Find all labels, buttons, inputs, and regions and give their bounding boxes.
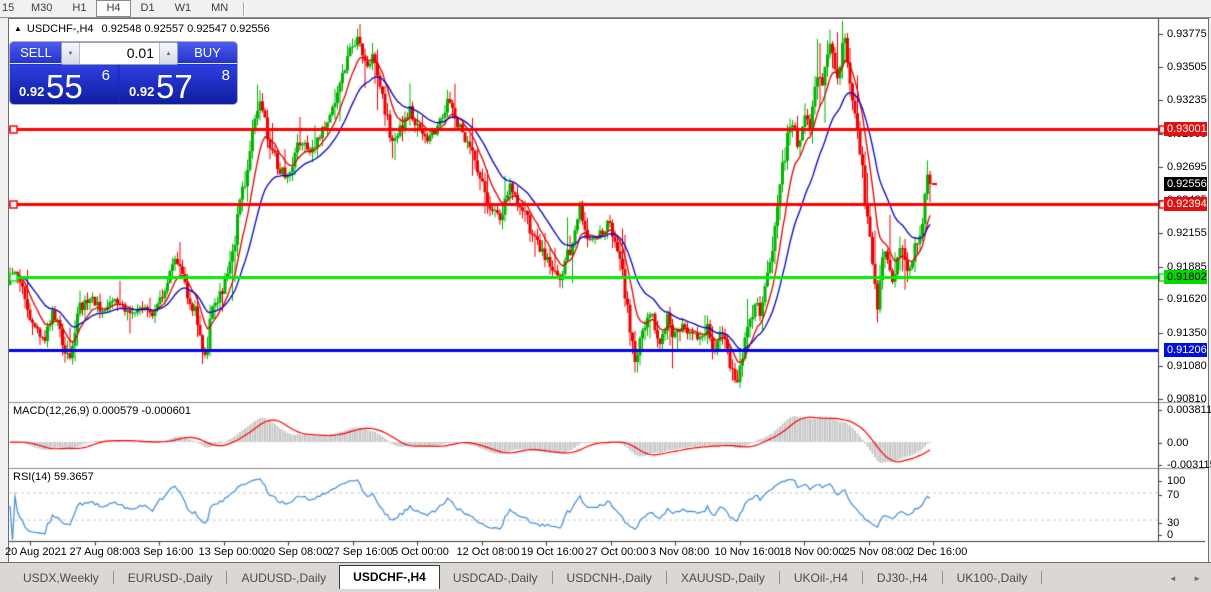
price-axis-label: 0.93775 bbox=[1167, 28, 1207, 40]
collapse-arrow-icon[interactable]: ▲ bbox=[14, 24, 22, 33]
tab-usdcnh-daily[interactable]: USDCNH-,Daily bbox=[554, 568, 665, 588]
timeframe-button-15[interactable]: 15 bbox=[0, 0, 21, 17]
date-axis-label: 19 Oct 16:00 bbox=[521, 546, 584, 558]
rsi-axis-label: 100 bbox=[1167, 475, 1186, 487]
tab-scroll-left-icon[interactable]: ◄ bbox=[1169, 574, 1177, 583]
chart-title: ▲ USDCHF-,H4 0.92548 0.92557 0.92547 0.925… bbox=[14, 23, 270, 35]
date-axis-label: 20 Sep 08:00 bbox=[263, 546, 329, 558]
tab-uk100-daily[interactable]: UK100-,Daily bbox=[944, 568, 1041, 588]
date-axis-label: 2 Dec 16:00 bbox=[908, 546, 968, 558]
tab-dj30-h4[interactable]: DJ30-,H4 bbox=[864, 568, 941, 588]
terminal-screen: 15 M30 H1 H4 D1 W1 MN ▲ USDCHF-,H4 0.92548 0.925… bbox=[0, 0, 1211, 592]
date-axis-label: 27 Oct 00:00 bbox=[585, 546, 649, 558]
symbol-tabbar: USDX,Weekly EURUSD-,Daily AUDUSD-,Daily USD… bbox=[0, 562, 1211, 592]
toolbar-separator bbox=[243, 1, 246, 16]
tab-separator bbox=[665, 571, 667, 584]
volume-increase-button[interactable]: ▲ bbox=[159, 43, 177, 64]
macd-axis-label: -0.003115 bbox=[1167, 459, 1211, 471]
tab-usdchf-h4[interactable]: USDCHF-,H4 bbox=[339, 565, 440, 589]
date-axis-label: 25 Nov 08:00 bbox=[843, 546, 909, 558]
tab-audusd-daily[interactable]: AUDUSD-,Daily bbox=[228, 568, 339, 588]
timeframe-button-h4[interactable]: H4 bbox=[96, 0, 131, 17]
date-axis-label: 13 Sep 00:00 bbox=[198, 546, 264, 558]
tab-separator bbox=[861, 571, 863, 584]
volume-decrease-button[interactable]: ▼ bbox=[62, 43, 80, 64]
buy-button[interactable]: BUY bbox=[178, 42, 237, 64]
tab-scroll-right-icon[interactable]: ► bbox=[1193, 574, 1201, 583]
sell-price-prefix: 0.92 bbox=[19, 84, 45, 99]
macd-axis-label: 0.003811 bbox=[1167, 404, 1211, 416]
price-axis-label: 0.91620 bbox=[1167, 293, 1207, 306]
sell-price-big: 55 bbox=[46, 68, 83, 105]
chart-symbol: USDCHF-,H4 bbox=[26, 23, 94, 35]
timeframe-button-m30[interactable]: M30 bbox=[21, 0, 62, 17]
rsi-axis-label: 30 bbox=[1167, 517, 1180, 529]
tab-ukoil-h4[interactable]: UKOil-,H4 bbox=[781, 568, 861, 588]
price-axis-label: 0.91350 bbox=[1167, 326, 1207, 339]
one-click-trade-panel: SELL ▼ 0.01 ▲ BUY 0.92 55 6 0.92 57 8 bbox=[10, 42, 237, 105]
timeframe-button-w1[interactable]: W1 bbox=[165, 0, 202, 17]
tab-separator bbox=[941, 571, 943, 584]
tab-scroller: ◄ ► bbox=[1155, 574, 1201, 583]
timeframe-button-mn[interactable]: MN bbox=[201, 0, 238, 17]
tab-xauusd-daily[interactable]: XAUUSD-,Daily bbox=[668, 568, 778, 588]
buy-price-big: 57 bbox=[156, 68, 193, 105]
tab-separator bbox=[226, 571, 228, 584]
date-axis-label: 27 Sep 16:00 bbox=[327, 546, 393, 558]
volume-spinner: ▼ 0.01 ▲ bbox=[61, 42, 178, 65]
date-axis-label: 3 Nov 08:00 bbox=[650, 546, 710, 558]
buy-price-prefix: 0.92 bbox=[129, 84, 155, 99]
symbol-tabs: USDX,Weekly EURUSD-,Daily AUDUSD-,Daily USD… bbox=[10, 565, 1043, 592]
date-axis-label: 5 Oct 00:00 bbox=[392, 546, 449, 558]
chevron-up-icon: ▲ bbox=[165, 50, 172, 57]
price-axis-label: 0.93235 bbox=[1167, 94, 1207, 107]
sell-price-display[interactable]: 0.92 55 6 bbox=[10, 65, 117, 105]
rsi-axis-label: 70 bbox=[1167, 489, 1180, 501]
sell-button[interactable]: SELL bbox=[10, 42, 62, 64]
chevron-down-icon: ▼ bbox=[67, 50, 74, 57]
quote-prices: 0.92 55 6 0.92 57 8 bbox=[10, 65, 237, 105]
macd-axis-label: 0.00 bbox=[1167, 437, 1189, 449]
tab-separator bbox=[112, 571, 114, 584]
rsi-indicator-label: RSI(14) 59.3657 bbox=[13, 471, 94, 483]
timeframe-button-d1[interactable]: D1 bbox=[131, 0, 165, 17]
date-axis-label: 18 Nov 00:00 bbox=[779, 546, 845, 558]
tab-separator bbox=[778, 571, 780, 584]
date-axis-label: 20 Aug 2021 bbox=[5, 546, 67, 558]
macd-indicator-label: MACD(12,26,9) 0.000579 -0.000601 bbox=[13, 405, 191, 417]
date-axis-label: 10 Nov 16:00 bbox=[714, 546, 780, 558]
price-axis-label: 0.92155 bbox=[1167, 227, 1207, 240]
volume-input[interactable]: 0.01 bbox=[80, 43, 159, 64]
rsi-axis-label: 0 bbox=[1167, 529, 1174, 541]
price-level-badge: 0.93001 bbox=[1164, 122, 1207, 137]
tab-eurusd-daily[interactable]: EURUSD-,Daily bbox=[115, 568, 226, 588]
chart-ohlc-quotes: 0.92548 0.92557 0.92547 0.92556 bbox=[101, 23, 270, 35]
tab-usdx-weekly[interactable]: USDX,Weekly bbox=[10, 568, 112, 588]
current-price-badge: 0.92556 bbox=[1164, 177, 1207, 192]
price-level-badge: 0.92394 bbox=[1164, 197, 1207, 211]
price-level-badge: 0.91802 bbox=[1164, 269, 1207, 284]
date-axis-label: 27 Aug 08:00 bbox=[69, 546, 135, 558]
date-axis-label: 3 Sep 16:00 bbox=[134, 546, 194, 558]
price-level-badge: 0.91206 bbox=[1164, 343, 1207, 358]
tab-usdcad-daily[interactable]: USDCAD-,Daily bbox=[440, 568, 551, 588]
price-axis-label: 0.91080 bbox=[1167, 359, 1207, 372]
date-axis-label: 12 Oct 08:00 bbox=[456, 546, 520, 558]
buy-price-display[interactable]: 0.92 57 8 bbox=[120, 65, 237, 105]
sell-price-pip: 6 bbox=[101, 67, 110, 84]
price-axis-label: 0.92695 bbox=[1167, 160, 1207, 173]
timeframe-buttons: 15 M30 H1 H4 D1 W1 MN bbox=[0, 0, 250, 17]
price-axis-label: 0.93505 bbox=[1167, 61, 1207, 74]
timeframe-button-h1[interactable]: H1 bbox=[62, 0, 96, 17]
timeframe-toolbar: 15 M30 H1 H4 D1 W1 MN bbox=[0, 0, 1211, 18]
tab-separator bbox=[1041, 571, 1043, 584]
tab-separator bbox=[551, 571, 553, 584]
buy-price-pip: 8 bbox=[221, 67, 230, 84]
